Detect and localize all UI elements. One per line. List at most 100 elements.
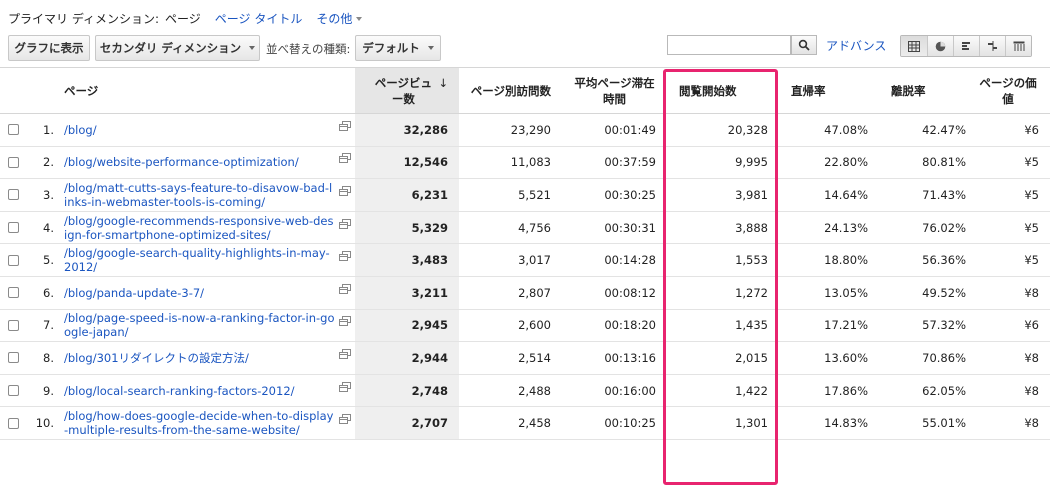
header-bounce-rate[interactable]: 直帰率 <box>779 67 879 114</box>
row-index: 7. <box>29 309 58 343</box>
pivot-view-button[interactable] <box>1005 36 1031 56</box>
primary-dimension-page-title-link[interactable]: ページ タイトル <box>215 10 303 27</box>
table-view-button[interactable] <box>901 36 927 56</box>
table-row: 9. /blog/local-search-ranking-factors-201… <box>0 374 1050 408</box>
row-page-cell: /blog/local-search-ranking-factors-2012/ <box>58 374 355 408</box>
row-pageviews: 6,231 <box>355 178 459 212</box>
sort-type-dropdown[interactable]: デフォルト <box>355 35 441 61</box>
row-pageviews: 12,546 <box>355 146 459 180</box>
open-in-new-window-icon[interactable] <box>339 316 351 327</box>
open-in-new-window-icon[interactable] <box>339 120 351 131</box>
row-page-link[interactable]: /blog/page-speed-is-now-a-ranking-factor… <box>64 311 335 339</box>
row-bounce-rate: 14.64% <box>779 178 879 212</box>
row-avg-time: 00:30:25 <box>562 178 667 212</box>
open-in-new-window-icon[interactable] <box>339 348 351 359</box>
open-in-new-window-icon[interactable] <box>339 185 351 196</box>
header-page-value[interactable]: ページの価値 <box>977 67 1050 114</box>
row-checkbox[interactable] <box>8 352 19 364</box>
row-page-link[interactable]: /blog/301リダイレクトの設定方法/ <box>64 351 335 365</box>
row-page-cell: /blog/website-performance-optimization/ <box>58 146 355 180</box>
row-unique-pageviews: 23,290 <box>459 113 562 147</box>
row-page-link[interactable]: /blog/matt-cutts-says-feature-to-disavow… <box>64 181 335 209</box>
primary-dimension-other-link[interactable]: その他 <box>316 10 363 27</box>
header-pageviews[interactable]: ページビュー数 ↓ <box>355 67 459 114</box>
row-pageviews: 32,286 <box>355 113 459 147</box>
open-in-new-window-icon[interactable] <box>339 251 351 262</box>
row-page-link[interactable]: /blog/how-does-google-decide-when-to-dis… <box>64 409 335 437</box>
row-page-cell: /blog/panda-update-3-7/ <box>58 276 355 310</box>
header-entrances[interactable]: 閲覧開始数 <box>667 67 779 114</box>
row-bounce-rate: 17.21% <box>779 309 879 343</box>
row-exit-rate: 57.32% <box>879 309 977 343</box>
row-avg-time: 00:30:31 <box>562 211 667 245</box>
row-unique-pageviews: 2,514 <box>459 341 562 375</box>
show-in-graph-button[interactable]: グラフに表示 <box>8 35 90 61</box>
search-button[interactable] <box>791 35 817 55</box>
row-page-cell: /blog/matt-cutts-says-feature-to-disavow… <box>58 178 355 212</box>
row-checkbox[interactable] <box>8 222 19 234</box>
header-avg-time-label: 平均ページ滞在時間 <box>574 75 655 106</box>
row-avg-time: 00:01:49 <box>562 113 667 147</box>
row-avg-time: 00:14:28 <box>562 243 667 277</box>
row-checkbox[interactable] <box>8 156 19 168</box>
table-search-input[interactable] <box>667 35 791 55</box>
header-checkbox-cell <box>0 67 29 114</box>
row-page-value: ¥5 <box>977 146 1050 180</box>
header-avg-time-on-page[interactable]: 平均ページ滞在時間 <box>562 67 667 114</box>
row-checkbox[interactable] <box>8 124 19 136</box>
header-exit-rate[interactable]: 離脱率 <box>879 67 977 114</box>
row-bounce-rate: 13.05% <box>779 276 879 310</box>
performance-view-button[interactable] <box>953 36 979 56</box>
row-page-link[interactable]: /blog/google-search-quality-highlights-i… <box>64 246 335 274</box>
secondary-dimension-label: セカンダリ ディメンション <box>99 41 242 55</box>
row-checkbox[interactable] <box>8 385 19 397</box>
row-page-value: ¥8 <box>977 406 1050 440</box>
row-avg-time: 00:08:12 <box>562 276 667 310</box>
row-page-link[interactable]: /blog/local-search-ranking-factors-2012/ <box>64 384 335 398</box>
row-checkbox[interactable] <box>8 189 19 201</box>
row-index: 2. <box>29 146 58 180</box>
row-bounce-rate: 22.80% <box>779 146 879 180</box>
row-exit-rate: 62.05% <box>879 374 977 408</box>
row-entrances: 9,995 <box>667 146 779 180</box>
open-in-new-window-icon[interactable] <box>339 283 351 294</box>
row-bounce-rate: 13.60% <box>779 341 879 375</box>
row-checkbox-cell <box>0 374 29 408</box>
row-entrances: 1,435 <box>667 309 779 343</box>
comparison-view-icon <box>987 41 997 51</box>
open-in-new-window-icon[interactable] <box>339 153 351 164</box>
row-index: 6. <box>29 276 58 310</box>
open-in-new-window-icon[interactable] <box>339 414 351 425</box>
row-unique-pageviews: 2,488 <box>459 374 562 408</box>
advanced-filter-link[interactable]: アドバンス <box>826 37 886 54</box>
chevron-down-icon <box>356 17 363 21</box>
row-checkbox[interactable] <box>8 287 19 299</box>
secondary-dimension-dropdown[interactable]: セカンダリ ディメンション <box>95 35 260 61</box>
pie-view-icon <box>935 41 946 51</box>
header-unique-pageviews[interactable]: ページ別訪問数 <box>459 67 562 114</box>
open-in-new-window-icon[interactable] <box>339 218 351 229</box>
row-pageviews: 2,748 <box>355 374 459 408</box>
row-checkbox[interactable] <box>8 254 19 266</box>
comparison-view-button[interactable] <box>979 36 1005 56</box>
row-page-value: ¥8 <box>977 276 1050 310</box>
row-bounce-rate: 18.80% <box>779 243 879 277</box>
header-page[interactable]: ページ <box>58 67 355 114</box>
row-page-link[interactable]: /blog/ <box>64 123 335 137</box>
row-page-cell: /blog/how-does-google-decide-when-to-dis… <box>58 406 355 440</box>
row-page-link[interactable]: /blog/panda-update-3-7/ <box>64 286 335 300</box>
row-index: 8. <box>29 341 58 375</box>
row-avg-time: 00:13:16 <box>562 341 667 375</box>
sort-type-value: デフォルト <box>362 41 420 55</box>
row-exit-rate: 55.01% <box>879 406 977 440</box>
row-entrances: 20,328 <box>667 113 779 147</box>
row-pageviews: 2,945 <box>355 309 459 343</box>
pie-view-button[interactable] <box>927 36 953 56</box>
row-checkbox[interactable] <box>8 319 19 331</box>
table-row: 3./blog/matt-cutts-says-feature-to-disav… <box>0 178 1050 212</box>
row-page-link[interactable]: /blog/google-recommends-responsive-web-d… <box>64 214 335 242</box>
open-in-new-window-icon[interactable] <box>339 381 351 392</box>
primary-dimension-current: ページ <box>165 11 201 26</box>
row-checkbox[interactable] <box>8 417 19 429</box>
row-page-link[interactable]: /blog/website-performance-optimization/ <box>64 155 335 169</box>
